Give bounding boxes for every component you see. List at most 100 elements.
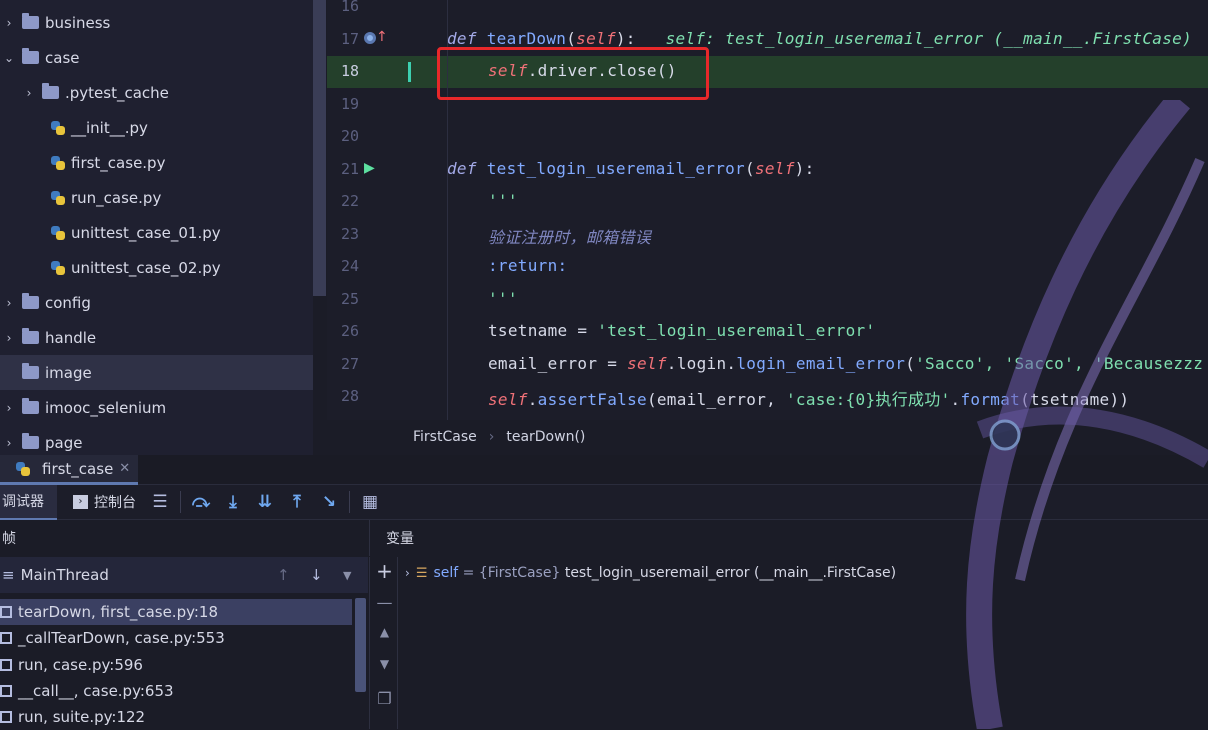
tree-item[interactable]: __init__.py: [0, 110, 313, 145]
code-token: def: [447, 28, 487, 48]
folder-icon: [42, 83, 59, 99]
code-token: 'test_login_useremail_error': [597, 321, 876, 340]
code-line[interactable]: 验证注册时，邮箱错误: [488, 224, 651, 248]
chevron-right-icon[interactable]: ›: [2, 401, 16, 415]
thread-selector[interactable]: ≡ MainThread ↑ ↓ ▼: [0, 557, 368, 593]
debug-toolbar: 调试器 › 控制台 ☰ ⤼ ⤓ ⇊ ⤒ ↘ ▦: [0, 484, 1208, 520]
code-line[interactable]: :return:: [488, 256, 567, 275]
chevron-right-icon[interactable]: ›: [2, 296, 16, 310]
step-out-icon[interactable]: ⤒: [281, 492, 313, 512]
line-number: 18: [340, 62, 359, 80]
breakpoint-icon[interactable]: [364, 32, 376, 44]
code-token: self: [627, 353, 667, 373]
frames-scrollbar[interactable]: [355, 598, 366, 692]
remove-watch-icon[interactable]: —: [370, 593, 399, 612]
project-scrollbar[interactable]: [313, 0, 326, 296]
threads-icon[interactable]: ☰: [144, 492, 176, 512]
run-test-icon[interactable]: ▶: [364, 160, 375, 176]
code-token: .: [950, 390, 961, 409]
copy-icon[interactable]: ❐: [370, 689, 399, 708]
tree-item[interactable]: › config: [0, 285, 313, 320]
close-tab-icon[interactable]: ✕: [119, 461, 130, 476]
move-up-icon[interactable]: ▲: [370, 625, 399, 639]
stack-frame[interactable]: _callTearDown, case.py:553: [0, 625, 352, 651]
stack-frame[interactable]: __call__, case.py:653: [0, 678, 352, 704]
breadcrumb-method[interactable]: tearDown(): [506, 429, 585, 445]
frames-title: 帧: [2, 531, 16, 547]
code-token: ''': [488, 288, 518, 308]
tab-debugger[interactable]: 调试器: [0, 484, 57, 520]
frame-label: run, case.py:596: [18, 655, 143, 674]
frame-icon: [0, 606, 12, 618]
line-number: 20: [340, 127, 359, 145]
tree-item[interactable]: unittest_case_01.py: [0, 215, 313, 250]
tree-item-label: business: [45, 13, 111, 32]
code-line[interactable]: ''': [488, 191, 518, 210]
variable-name: self: [433, 565, 459, 581]
code-line[interactable]: tsetname = 'test_login_useremail_error': [488, 321, 875, 340]
tree-item-label: unittest_case_02.py: [71, 258, 221, 277]
object-icon: ☰: [415, 565, 428, 581]
code-token: self: [576, 28, 616, 48]
tree-item-label: config: [45, 293, 91, 312]
stack-frame[interactable]: run, suite.py:122: [0, 704, 352, 730]
code-token: 'Sacco', 'Sacco', 'Becausezzz: [915, 353, 1204, 373]
override-arrow-icon[interactable]: ↑: [376, 29, 388, 45]
expand-chevron-icon[interactable]: ›: [405, 566, 410, 580]
tree-item[interactable]: first_case.py: [0, 145, 313, 180]
chevron-down-icon[interactable]: ⌄: [2, 51, 16, 65]
code-line[interactable]: self.assertFalse(email_error, 'case:{0}执…: [488, 386, 1129, 410]
line-number: 22: [340, 192, 359, 210]
tree-item[interactable]: run_case.py: [0, 180, 313, 215]
tree-item[interactable]: › business: [0, 5, 313, 40]
folder-icon: [22, 363, 39, 379]
code-line[interactable]: def tearDown(self): self: test_login_use…: [447, 29, 1192, 48]
chevron-right-icon[interactable]: ›: [2, 16, 16, 30]
tree-item[interactable]: image: [0, 355, 313, 390]
move-down-icon[interactable]: ▼: [370, 657, 399, 671]
chevron-right-icon[interactable]: ›: [2, 331, 16, 345]
tree-item-label: first_case.py: [71, 153, 166, 172]
next-frame-icon[interactable]: ↓: [310, 566, 323, 584]
tree-item-label: image: [45, 363, 92, 382]
add-watch-icon[interactable]: +: [370, 559, 399, 583]
variable-row[interactable]: › ☰ self = {FirstCase} test_login_userem…: [405, 562, 896, 584]
stack-frame[interactable]: tearDown, first_case.py:18: [0, 599, 352, 625]
step-into-icon[interactable]: ⤓: [217, 492, 249, 512]
frame-label: run, suite.py:122: [18, 708, 146, 727]
breadcrumb-class[interactable]: FirstCase: [413, 429, 477, 445]
code-line[interactable]: def test_login_useremail_error(self):: [447, 159, 815, 178]
step-into-my-code-icon[interactable]: ⇊: [249, 492, 281, 512]
variables-header: 变量: [369, 520, 1208, 556]
variables-toolbar: + — ▲ ▼ ❐: [369, 557, 398, 729]
code-editor[interactable]: ↑ ▶ 16 17 18 19 20 21 22 23 24 25 26 27 28 def tearDo…: [327, 0, 1208, 420]
run-to-cursor-icon[interactable]: ↘: [313, 492, 345, 512]
tab-console[interactable]: › 控制台: [57, 485, 144, 520]
stack-frame[interactable]: run, case.py:596: [0, 652, 352, 678]
console-icon: ›: [73, 495, 88, 509]
thread-dropdown-icon[interactable]: ▼: [343, 569, 351, 582]
tree-item[interactable]: › handle: [0, 320, 313, 355]
code-token: (: [905, 353, 916, 373]
code-token: 'case:{0}执行成功': [786, 390, 951, 409]
tab-first-case[interactable]: first_case ✕: [0, 455, 138, 485]
breadcrumb: FirstCase › tearDown(): [327, 420, 1208, 453]
prev-frame-icon[interactable]: ↑: [277, 566, 290, 584]
variable-value: test_login_useremail_error (__main__.Fir…: [564, 565, 897, 581]
tree-item[interactable]: › .pytest_cache: [0, 75, 313, 110]
code-token: tsetname =: [488, 321, 598, 340]
tree-item[interactable]: unittest_case_02.py: [0, 250, 313, 285]
chevron-right-icon[interactable]: ›: [2, 436, 16, 450]
code-token: test_login_useremail_error: [486, 158, 745, 178]
chevron-right-icon[interactable]: ›: [22, 86, 36, 100]
evaluate-expression-icon[interactable]: ▦: [354, 492, 386, 512]
step-over-icon[interactable]: ⤼: [185, 492, 217, 512]
tree-item[interactable]: › imooc_selenium: [0, 390, 313, 425]
thread-name: MainThread: [20, 566, 109, 584]
code-line[interactable]: ''': [488, 289, 518, 308]
tree-item[interactable]: ⌄ case: [0, 40, 313, 75]
folder-icon: [22, 13, 39, 29]
code-token: .: [527, 390, 538, 409]
code-token: ''': [488, 191, 518, 210]
code-line[interactable]: email_error = self.login.login_email_err…: [488, 354, 1203, 373]
